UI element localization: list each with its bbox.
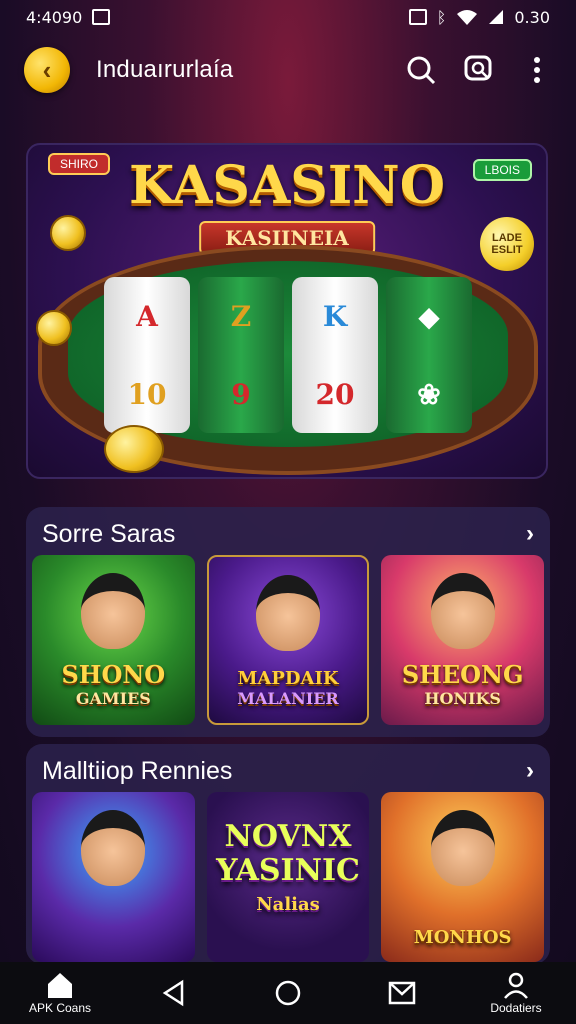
- card-title-line1: MAPDAIK: [237, 668, 339, 689]
- card-title-line3: Nalias: [256, 894, 320, 915]
- reel-symbol: Z: [230, 299, 252, 333]
- mail-icon: [388, 981, 416, 1005]
- game-card[interactable]: [32, 792, 195, 962]
- nav-home[interactable]: APK Coans: [18, 971, 102, 1015]
- app-bar: ‹ Induaırurlaía: [0, 40, 576, 100]
- chat-search-icon: [464, 55, 492, 81]
- nav-back[interactable]: [132, 979, 216, 1007]
- chevron-right-icon[interactable]: ›: [526, 520, 534, 548]
- card-title-line1: SHONO: [61, 660, 166, 689]
- coin-icon: [104, 425, 164, 473]
- card-title-line1: SHEONG: [401, 660, 524, 689]
- nav-messages[interactable]: [360, 979, 444, 1007]
- character-art: [430, 810, 495, 886]
- section-title: Malltiiop Rennies: [42, 756, 233, 785]
- sim-icon: [408, 9, 427, 25]
- nav-home-label: APK Coans: [28, 1001, 92, 1015]
- card-title-line1: NOVNX: [224, 819, 352, 854]
- section-header[interactable]: Malltiiop Rennies ›: [26, 744, 550, 790]
- game-card-title: SHONO GAMIES: [32, 663, 195, 711]
- coin-icon: [50, 215, 86, 251]
- bottom-nav: APK Coans Dodatiers: [0, 962, 576, 1024]
- game-card[interactable]: SHONO GAMIES: [32, 555, 195, 725]
- signal-icon: [489, 10, 504, 24]
- reel-symbol: 10: [127, 377, 167, 411]
- more-vertical-icon: [534, 57, 540, 83]
- home-circle-icon: [275, 980, 301, 1006]
- reel-symbol: 9: [231, 377, 251, 411]
- chevron-right-icon[interactable]: ›: [526, 757, 534, 785]
- gallery-icon: [92, 9, 111, 25]
- nav-profile[interactable]: Dodatiers: [474, 971, 558, 1015]
- nav-profile-label: Dodatiers: [490, 1001, 542, 1015]
- reel-4: ◆ ❀: [386, 277, 472, 433]
- page-title: Induaırurlaía: [96, 56, 234, 83]
- game-card-title: NOVNX YASINIC Nalias: [207, 820, 370, 922]
- status-bar: 4:4090 ᛒ 0.30: [0, 0, 576, 34]
- home-icon: [48, 973, 72, 998]
- reel-1: A 10: [104, 277, 190, 433]
- wifi-icon: [457, 10, 478, 25]
- reel-3: K 20: [292, 277, 378, 433]
- search-button[interactable]: [406, 55, 436, 85]
- more-button[interactable]: [522, 55, 552, 85]
- character-art: [430, 573, 495, 649]
- reel-symbol: ◆: [418, 299, 440, 333]
- slot-reels: A 10 Z 9 K 20 ◆ ❀: [68, 261, 508, 447]
- status-time: 4:4090: [26, 7, 83, 27]
- game-card-title: MAPDAIK MALANIER: [209, 669, 368, 709]
- hero-title: KASASINO: [128, 155, 446, 216]
- section-featured: Sorre Saras › SHONO GAMIES MAPDAIK MALAN…: [26, 507, 550, 737]
- card-title-line2: YASINIC: [216, 853, 360, 888]
- game-card-title: MONHOS: [381, 928, 544, 948]
- profile-icon: [504, 972, 528, 999]
- character-art: [256, 575, 320, 651]
- bluetooth-icon: ᛒ: [436, 7, 447, 27]
- section-title: Sorre Saras: [42, 519, 176, 548]
- card-title-line1: MONHOS: [413, 927, 512, 948]
- search-icon: [407, 56, 436, 85]
- hero-banner[interactable]: SHIRO LBOIS KASASINO KASIINEIA LADE ESLI…: [26, 143, 548, 479]
- character-art: [81, 810, 146, 886]
- section-multiplayer: Malltiiop Rennies › NOVNX YASINIC Nalias…: [26, 744, 550, 964]
- battery-level: 0.30: [514, 7, 550, 27]
- reel-symbol: 20: [315, 377, 355, 411]
- nav-home-circle[interactable]: [246, 979, 330, 1007]
- chevron-left-icon: ‹: [42, 54, 52, 85]
- game-card[interactable]: NOVNX YASINIC Nalias: [206, 792, 370, 962]
- section-header[interactable]: Sorre Saras ›: [26, 507, 550, 553]
- reel-symbol: K: [322, 299, 348, 333]
- hero-badge: LADE ESLIT: [480, 217, 534, 271]
- reel-symbol: A: [136, 299, 158, 333]
- chat-search-button[interactable]: [464, 55, 494, 85]
- game-card[interactable]: MONHOS: [381, 792, 545, 962]
- game-card[interactable]: MAPDAIK MALANIER: [206, 555, 370, 725]
- game-card[interactable]: SHEONG HONIKS: [381, 555, 544, 725]
- card-title-line2: GAMIES: [75, 689, 151, 708]
- reel-symbol: ❀: [417, 377, 441, 411]
- reel-2: Z 9: [198, 277, 284, 433]
- back-button[interactable]: ‹: [24, 47, 70, 93]
- game-card-title: SHEONG HONIKS: [381, 663, 544, 711]
- back-triangle-icon: [162, 979, 184, 1007]
- card-title-line2: MALANIER: [237, 689, 339, 708]
- card-title-line2: HONIKS: [424, 689, 501, 708]
- character-art: [81, 573, 146, 649]
- coin-icon: [36, 310, 72, 346]
